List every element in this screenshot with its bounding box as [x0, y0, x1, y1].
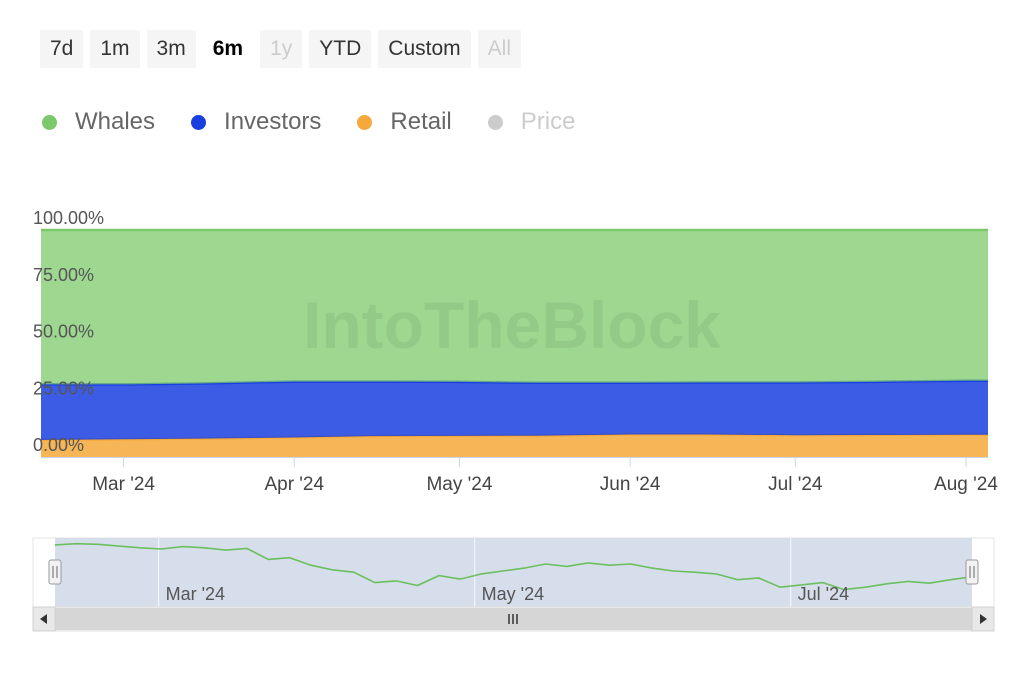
y-tick-label: 0.00% — [33, 435, 84, 455]
navigator-x-tick-label: Mar '24 — [166, 584, 225, 604]
navigator-x-tick-label: May '24 — [482, 584, 544, 604]
y-tick-label: 100.00% — [33, 208, 104, 228]
navigator[interactable]: Mar '24 May '24 Jul '24 — [32, 537, 995, 608]
navigator-left-handle[interactable] — [48, 559, 62, 585]
x-tick-label: Jul '24 — [768, 474, 823, 495]
y-tick-label: 50.00% — [33, 322, 94, 342]
y-tick-label: 75.00% — [33, 265, 94, 285]
x-tick-label: Jun '24 — [600, 474, 661, 495]
holder-composition-chart: IntoTheBlock 0.00% 25.00% 50.00% 75.00% 100.… — [32, 208, 998, 632]
y-tick-label: 25.00% — [33, 378, 94, 398]
investors-area — [41, 380, 988, 440]
x-tick-label: Mar '24 — [92, 474, 155, 495]
navigator-right-handle[interactable] — [965, 559, 979, 585]
navigator-x-tick-label: Jul '24 — [798, 584, 849, 604]
scrollbar-left-arrow-button[interactable] — [32, 606, 56, 632]
x-tick-label: May '24 — [426, 474, 492, 495]
x-axis: Mar '24 Apr '24 May '24 Jun '24 Jul '24 Aug '… — [41, 457, 998, 495]
x-tick-label: Apr '24 — [264, 474, 324, 495]
scrollbar-right-arrow-button[interactable] — [971, 606, 995, 632]
watermark-text: IntoTheBlock — [303, 288, 721, 362]
x-tick-label: Aug '24 — [934, 474, 998, 495]
navigator-scrollbar[interactable] — [32, 606, 995, 632]
